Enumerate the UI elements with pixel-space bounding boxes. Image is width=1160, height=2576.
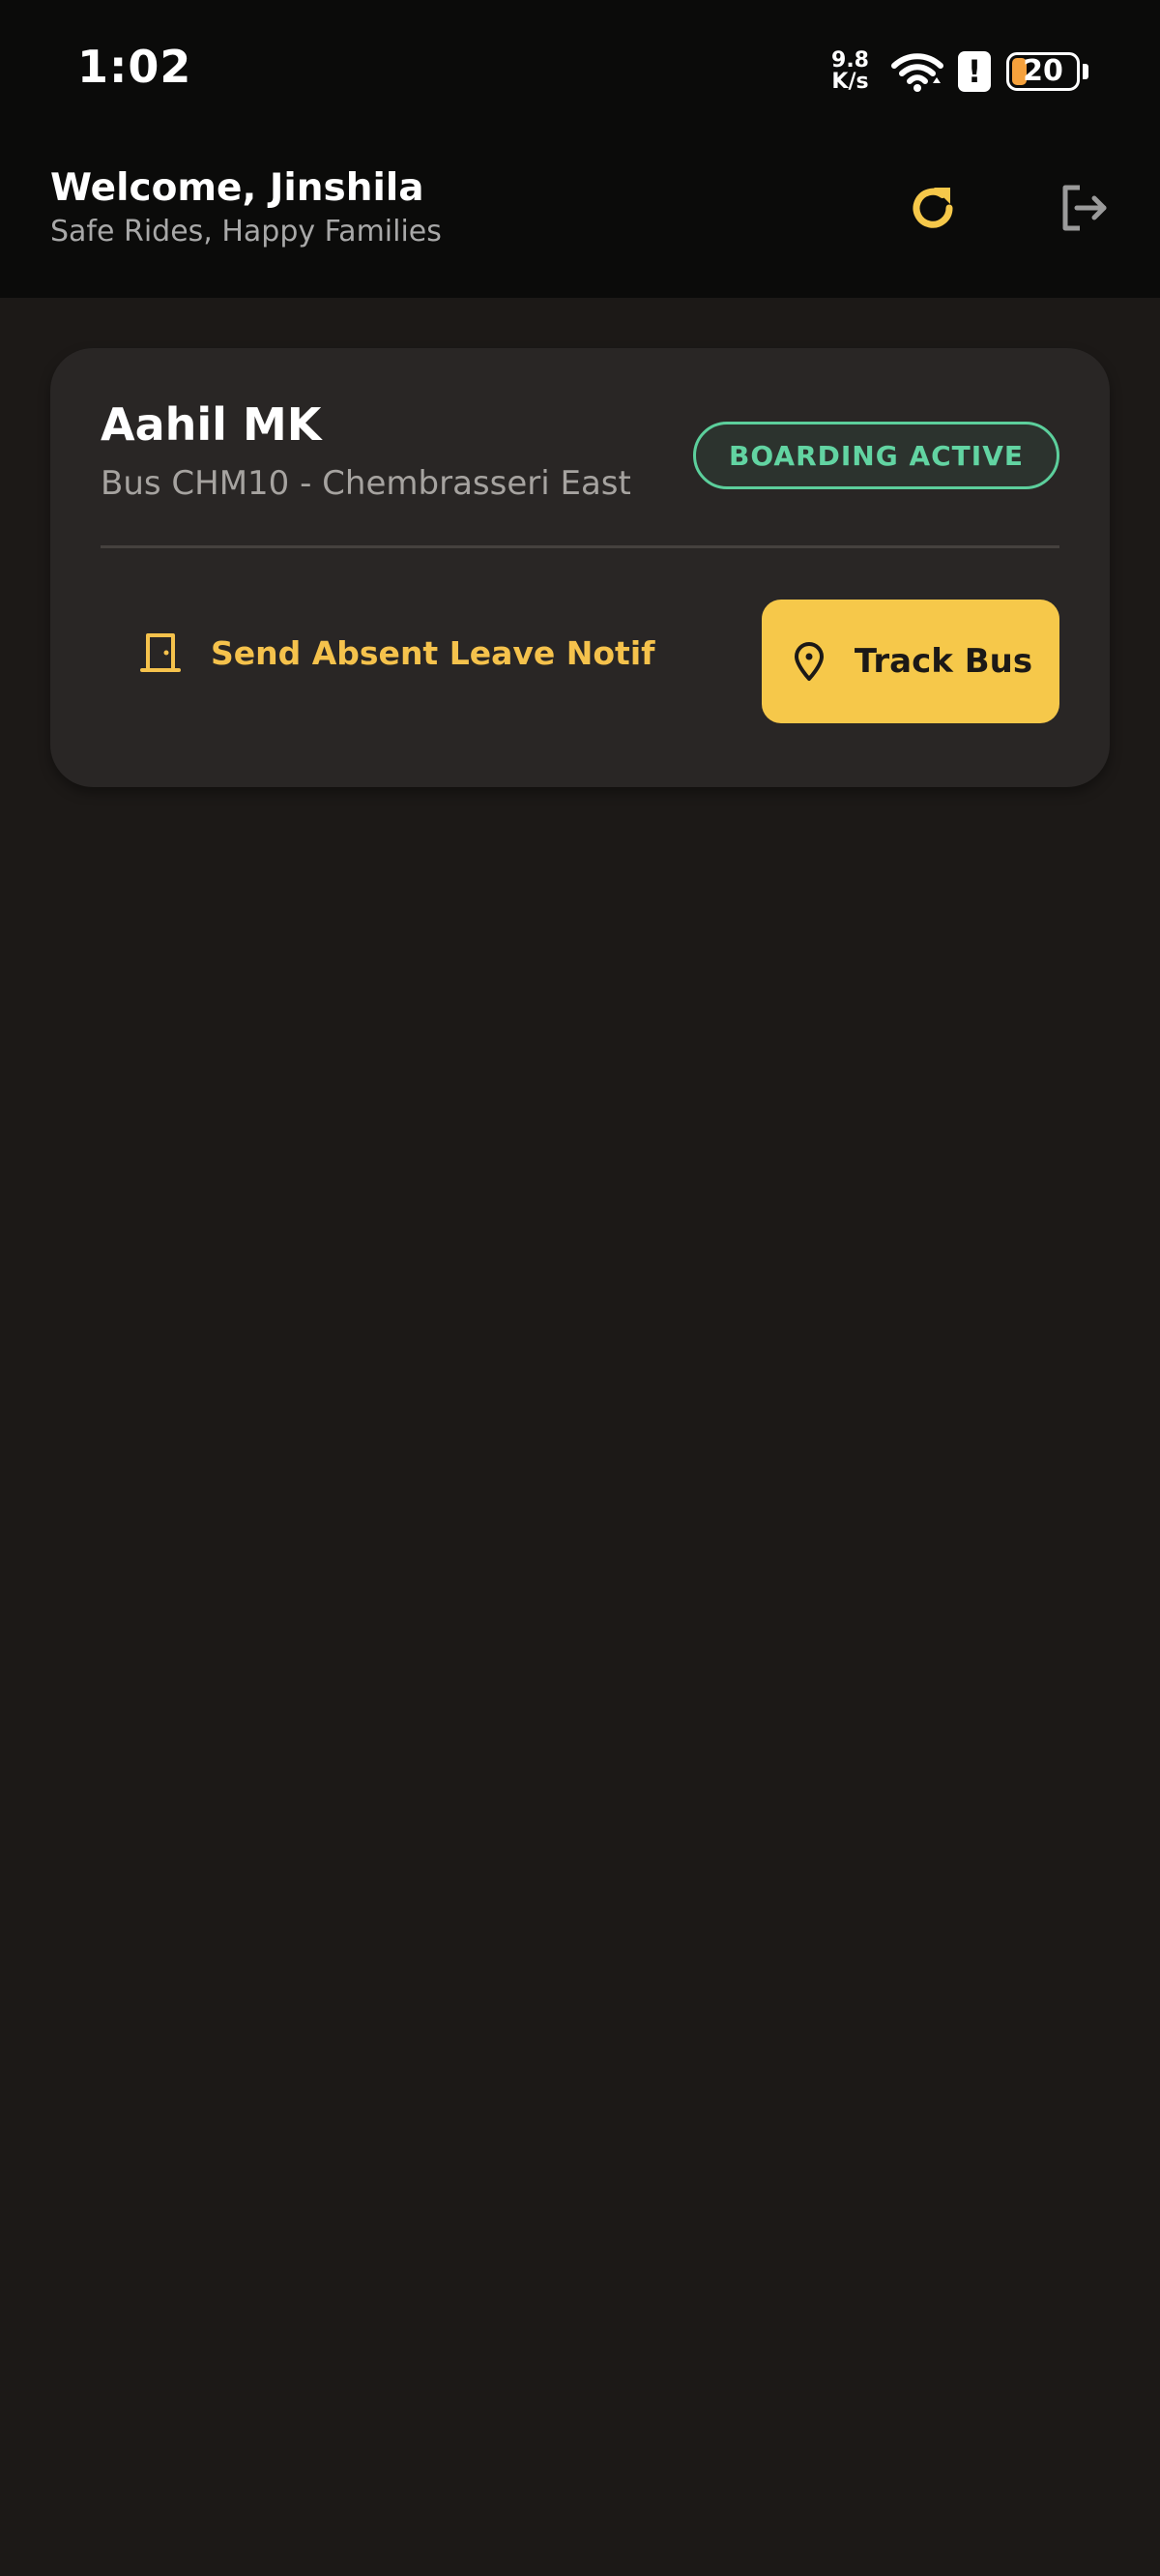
top-app-bar: 1:02 9.8 K/s ! 20 Welcome, Jinshila Safe… (0, 0, 1160, 298)
welcome-tagline: Safe Rides, Happy Families (50, 215, 442, 249)
battery-level: 20 (1023, 54, 1063, 88)
track-bus-button[interactable]: Track Bus (762, 600, 1059, 723)
battery-icon: 20 (1006, 52, 1080, 91)
alert-icon: ! (958, 51, 991, 92)
status-time: 1:02 (77, 41, 192, 93)
welcome-title: Welcome, Jinshila (50, 166, 424, 210)
network-speed-unit: K/s (831, 70, 869, 94)
bus-route: Bus CHM10 - Chembrasseri East (101, 464, 631, 503)
door-icon (140, 633, 181, 672)
status-indicators: 9.8 K/s ! 20 (831, 44, 1088, 99)
track-bus-label: Track Bus (854, 642, 1033, 681)
send-absent-leave-button[interactable]: Send Absent Leave Notif (139, 601, 655, 704)
card-divider (101, 545, 1059, 548)
student-card: Aahil MK Bus CHM10 - Chembrasseri East B… (50, 348, 1110, 787)
logout-button[interactable] (1054, 178, 1114, 238)
refresh-icon (913, 188, 953, 228)
send-absent-leave-label: Send Absent Leave Notif (211, 633, 655, 672)
battery-cap (1083, 64, 1088, 79)
network-speed-value: 9.8 (831, 48, 869, 73)
status-badge: BOARDING ACTIVE (693, 422, 1059, 489)
student-name: Aahil MK (101, 398, 322, 451)
wifi-icon (891, 53, 943, 92)
network-speed: 9.8 K/s (831, 50, 869, 93)
logout-icon (1062, 185, 1107, 231)
refresh-button[interactable] (901, 176, 965, 240)
location-pin-icon (794, 642, 824, 681)
